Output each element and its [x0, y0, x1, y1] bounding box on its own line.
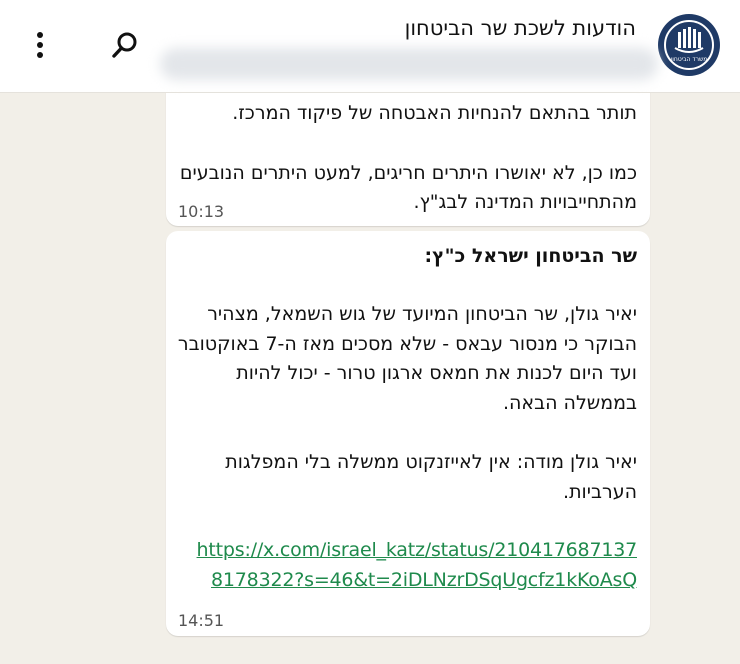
more-vert-icon[interactable] [32, 30, 48, 60]
message-bubble[interactable]: תותר בהתאם להנחיות האבטחה של פיקוד המרכז… [166, 80, 650, 226]
message-text-line: תותר בהתאם להנחיות האבטחה של פיקוד המרכז… [232, 102, 637, 124]
message-text-line: הבוקר כי מנסור עבאס - שלא מסכים מאז ה-7 … [177, 333, 637, 355]
message-text-line: כמו כן, לא יאושרו היתרים חריגים, למעט הי… [179, 162, 637, 184]
avatar-label: משרד הביטחון [671, 56, 708, 63]
chat-title[interactable]: הודעות לשכת שר הביטחון [405, 16, 636, 40]
chat-header: משרד הביטחון הודעות לשכת שר הביטחון [0, 0, 740, 93]
message-link[interactable]: https://x.com/israel_katz/status/2104176… [197, 538, 638, 562]
message-bubble[interactable]: שר הביטחון ישראל כ"ץ: יאיר גולן, שר הביט… [166, 231, 650, 636]
avatar-logo-icon: משרד הביטחון [664, 20, 714, 70]
message-text-line: ועד היום לכנות את חמאס ארגון טרור - יכול… [236, 362, 637, 384]
subtitle-blurred [160, 48, 658, 80]
message-heading: שר הביטחון ישראל כ"ץ: [424, 245, 637, 267]
message-time: 14:51 [178, 611, 225, 630]
search-icon[interactable] [110, 30, 140, 60]
message-text-line: יאיר גולן מודה: אין לאייזנקוט ממשלה בלי … [225, 451, 637, 473]
message-text-line: מהתחייבויות המדינה לבג"ץ. [413, 191, 637, 213]
message-text-line: הערביות. [563, 481, 637, 503]
channel-avatar[interactable]: משרד הביטחון [658, 14, 720, 76]
message-link[interactable]: 8178322?s=46&t=2iDLNzrDSqUgcfz1kKoAsQ [211, 568, 637, 592]
message-time: 10:13 [178, 202, 225, 221]
message-text-line: יאיר גולן, שר הביטחון המיועד של גוש השמא… [207, 303, 637, 325]
message-text-line: בממשלה הבאה. [502, 392, 637, 414]
